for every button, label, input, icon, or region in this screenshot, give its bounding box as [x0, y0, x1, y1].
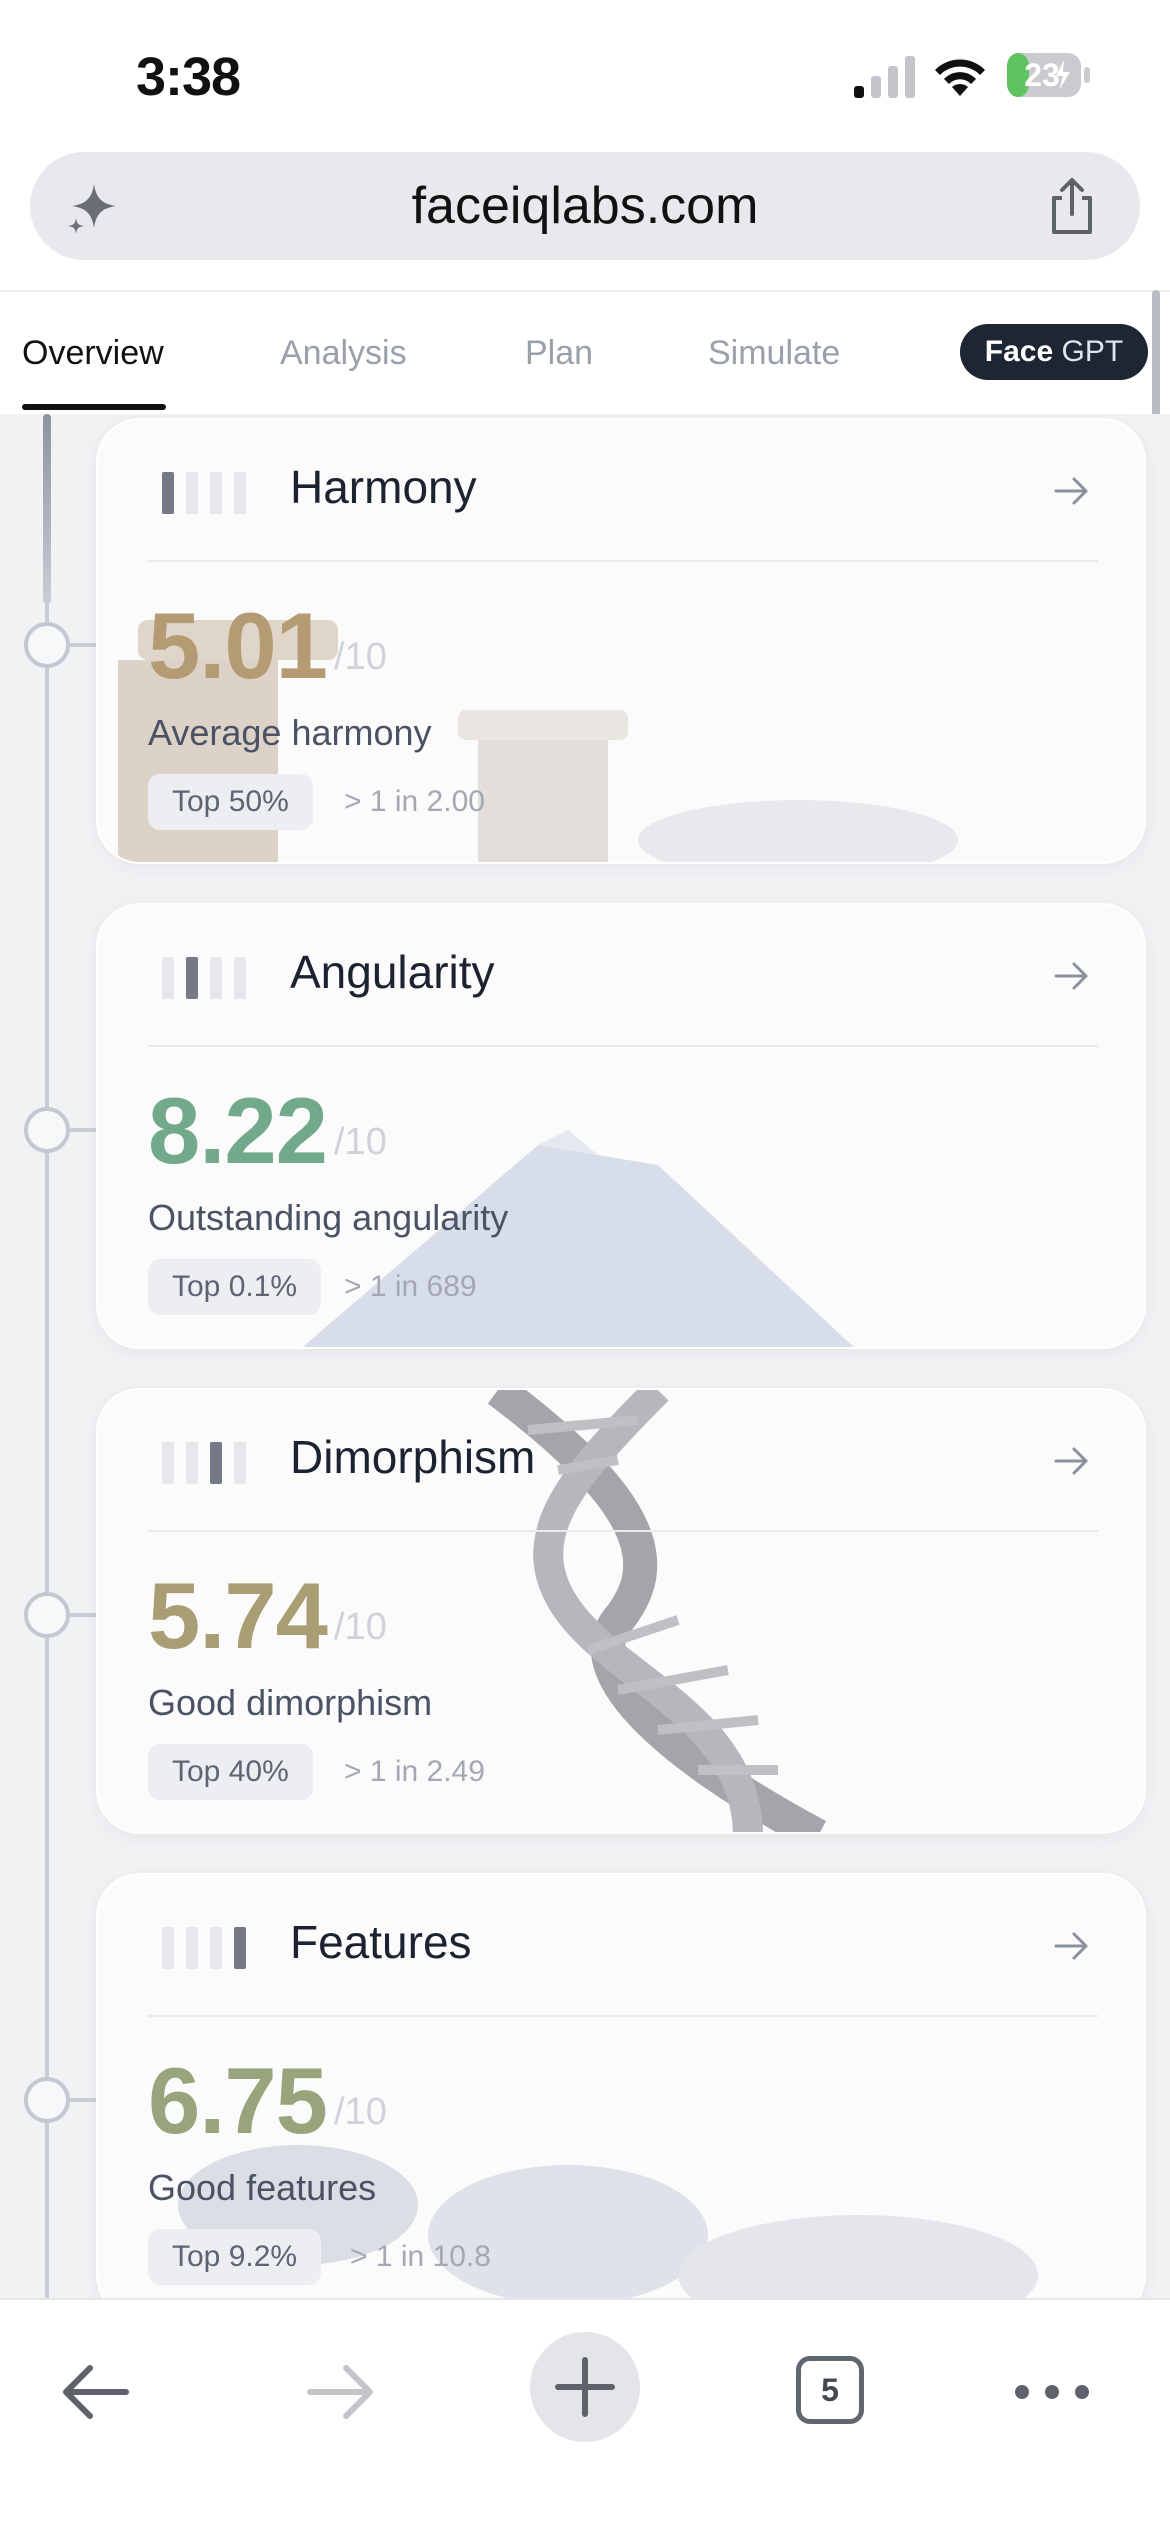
bars-level-icon	[162, 472, 246, 514]
cellular-signal-icon	[854, 56, 915, 98]
bars-level-icon	[162, 957, 246, 999]
wifi-icon	[935, 59, 985, 96]
timeline-progress	[43, 414, 51, 604]
card-title: Features	[290, 1916, 472, 1968]
tab-simulate[interactable]: Simulate	[708, 292, 840, 416]
status-time: 3:38	[136, 47, 241, 107]
card-title: Harmony	[290, 461, 477, 513]
section-tabs: Overview Analysis Plan Simulate Face GPT	[0, 290, 1170, 414]
score-value: 8.22	[148, 1078, 328, 1183]
card-divider	[148, 560, 1098, 562]
facegpt-label-light: GPT	[1061, 335, 1124, 368]
timeline-node	[24, 622, 70, 668]
timeline-line	[45, 414, 49, 2298]
battery-level: 23	[1024, 57, 1060, 93]
timeline-node	[24, 1592, 70, 1638]
rank-badge: Top 40%	[148, 1744, 313, 1800]
bars-level-icon	[162, 1442, 246, 1484]
score-suffix: /10	[334, 1606, 387, 1648]
odds-text: > 1 in 2.00	[344, 785, 485, 818]
card-title: Angularity	[290, 946, 495, 998]
facegpt-label-bold: Face	[984, 335, 1054, 368]
timeline-node	[24, 2077, 70, 2123]
arrow-right-icon[interactable]	[1050, 955, 1092, 997]
rank-badge: Top 0.1%	[148, 1259, 322, 1315]
results-timeline: Harmony 5.01 /10 Average harmony Top 50%…	[0, 414, 1170, 2298]
tab-analysis[interactable]: Analysis	[280, 292, 407, 416]
score-description: Average harmony	[148, 712, 432, 753]
card-divider	[148, 2015, 1098, 2017]
share-icon[interactable]	[1042, 176, 1102, 236]
odds-text: > 1 in 689	[344, 1270, 477, 1303]
angularity-card[interactable]: Angularity 8.22 /10 Outstanding angulari…	[96, 903, 1146, 1349]
rank-badge: Top 50%	[148, 774, 313, 830]
tab-overview[interactable]: Overview	[22, 292, 164, 416]
timeline-stem	[68, 1128, 98, 1132]
score-suffix: /10	[334, 1121, 387, 1163]
score-value: 6.75	[148, 2048, 328, 2153]
address-bar[interactable]: faceiqlabs.com	[30, 152, 1140, 260]
score-suffix: /10	[334, 636, 387, 678]
new-tab-button[interactable]	[530, 2332, 640, 2442]
timeline-stem	[68, 643, 98, 647]
tab-plan[interactable]: Plan	[525, 292, 593, 416]
features-card[interactable]: Features 6.75 /10 Good features Top 9.2%…	[96, 1873, 1146, 2298]
score-description: Outstanding angularity	[148, 1197, 509, 1238]
bars-level-icon	[162, 1927, 246, 1969]
status-bar: 3:38 23	[0, 0, 1170, 150]
score-value: 5.74	[148, 1563, 328, 1668]
tabs-overview-button[interactable]: 5	[796, 2356, 864, 2424]
forward-arrow-icon[interactable]	[300, 2352, 380, 2432]
arrow-right-icon[interactable]	[1050, 1440, 1092, 1482]
score-description: Good dimorphism	[148, 1682, 433, 1723]
card-title: Dimorphism	[290, 1431, 536, 1483]
harmony-card[interactable]: Harmony 5.01 /10 Average harmony Top 50%…	[96, 418, 1146, 864]
rank-badge: Top 9.2%	[148, 2229, 322, 2285]
odds-text: > 1 in 10.8	[350, 2240, 491, 2273]
timeline-stem	[68, 2098, 98, 2102]
card-divider	[148, 1045, 1098, 1047]
url-text[interactable]: faceiqlabs.com	[30, 152, 1140, 260]
score-description: Good features	[148, 2167, 377, 2208]
back-arrow-icon[interactable]	[56, 2352, 136, 2432]
more-options-icon[interactable]	[1012, 2352, 1092, 2432]
battery-indicator: 23	[1006, 52, 1092, 98]
card-divider	[148, 1530, 1098, 1532]
facegpt-button[interactable]: Face GPT	[960, 324, 1148, 380]
score-suffix: /10	[334, 2091, 387, 2133]
score-value: 5.01	[148, 593, 328, 698]
arrow-right-icon[interactable]	[1050, 470, 1092, 512]
arrow-right-icon[interactable]	[1050, 1925, 1092, 1967]
active-tab-indicator	[22, 404, 166, 410]
plus-icon	[555, 2357, 615, 2417]
dimorphism-card[interactable]: Dimorphism 5.74 /10 Good dimorphism Top …	[96, 1388, 1146, 1834]
odds-text: > 1 in 2.49	[344, 1755, 485, 1788]
timeline-node	[24, 1107, 70, 1153]
timeline-stem	[68, 1613, 98, 1617]
browser-toolbar: 5	[0, 2298, 1170, 2532]
